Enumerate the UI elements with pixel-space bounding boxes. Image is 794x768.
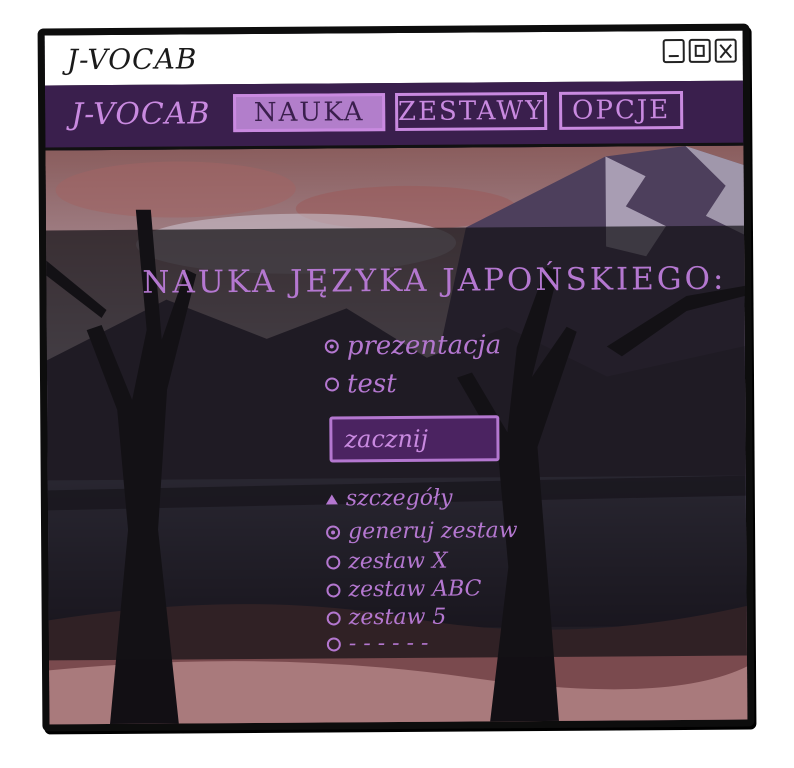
app-window: J-VOCAB J-VOCAB NAUKA ZESTAWY OPCJE NAUK…	[37, 23, 755, 732]
set-option-x[interactable]: zestaw X	[326, 549, 448, 575]
mode-label: prezentacja	[346, 330, 502, 362]
set-label: - - - - - -	[348, 630, 429, 657]
radio-selected-icon[interactable]	[326, 524, 341, 539]
mode-option-presentation[interactable]: prezentacja	[324, 330, 502, 362]
radio-icon[interactable]	[324, 377, 340, 392]
minimize-icon[interactable]	[662, 38, 685, 64]
title-bar: J-VOCAB	[44, 30, 743, 89]
radio-icon[interactable]	[326, 636, 341, 651]
tab-nauka[interactable]: NAUKA	[233, 93, 386, 133]
set-label: zestaw 5	[348, 604, 447, 631]
set-label: generuj zestaw	[347, 518, 518, 545]
mode-option-test[interactable]: test	[324, 368, 397, 400]
details-label: szczegóły	[345, 485, 453, 512]
set-label: zestaw ABC	[348, 576, 482, 603]
radio-selected-icon[interactable]	[324, 339, 339, 354]
set-option-abc[interactable]: zestaw ABC	[326, 576, 482, 603]
radio-icon[interactable]	[326, 610, 341, 625]
details-toggle[interactable]: szczegóły	[325, 485, 453, 512]
mode-label: test	[346, 368, 397, 400]
radio-icon[interactable]	[326, 582, 341, 597]
menu-bar: J-VOCAB NAUKA ZESTAWY OPCJE	[44, 80, 744, 151]
triangle-up-icon	[325, 493, 338, 504]
maximize-icon[interactable]	[688, 38, 711, 63]
set-option-5[interactable]: zestaw 5	[326, 604, 447, 631]
set-label: zestaw X	[348, 548, 448, 575]
start-button[interactable]: zacznij	[329, 415, 500, 463]
radio-icon[interactable]	[326, 554, 341, 569]
page-title: NAUKA JĘZYKA JAPOŃSKIEGO:	[142, 260, 727, 301]
set-option-generate[interactable]: generuj zestaw	[326, 518, 518, 544]
set-option-more[interactable]: - - - - - -	[326, 630, 429, 657]
brand-logo[interactable]: J-VOCAB	[71, 96, 211, 132]
window-controls	[662, 38, 737, 64]
window-title: J-VOCAB	[66, 42, 198, 77]
tab-zestawy[interactable]: ZESTAWY	[395, 91, 548, 131]
close-icon[interactable]	[714, 38, 737, 63]
tab-opcje[interactable]: OPCJE	[559, 90, 684, 130]
